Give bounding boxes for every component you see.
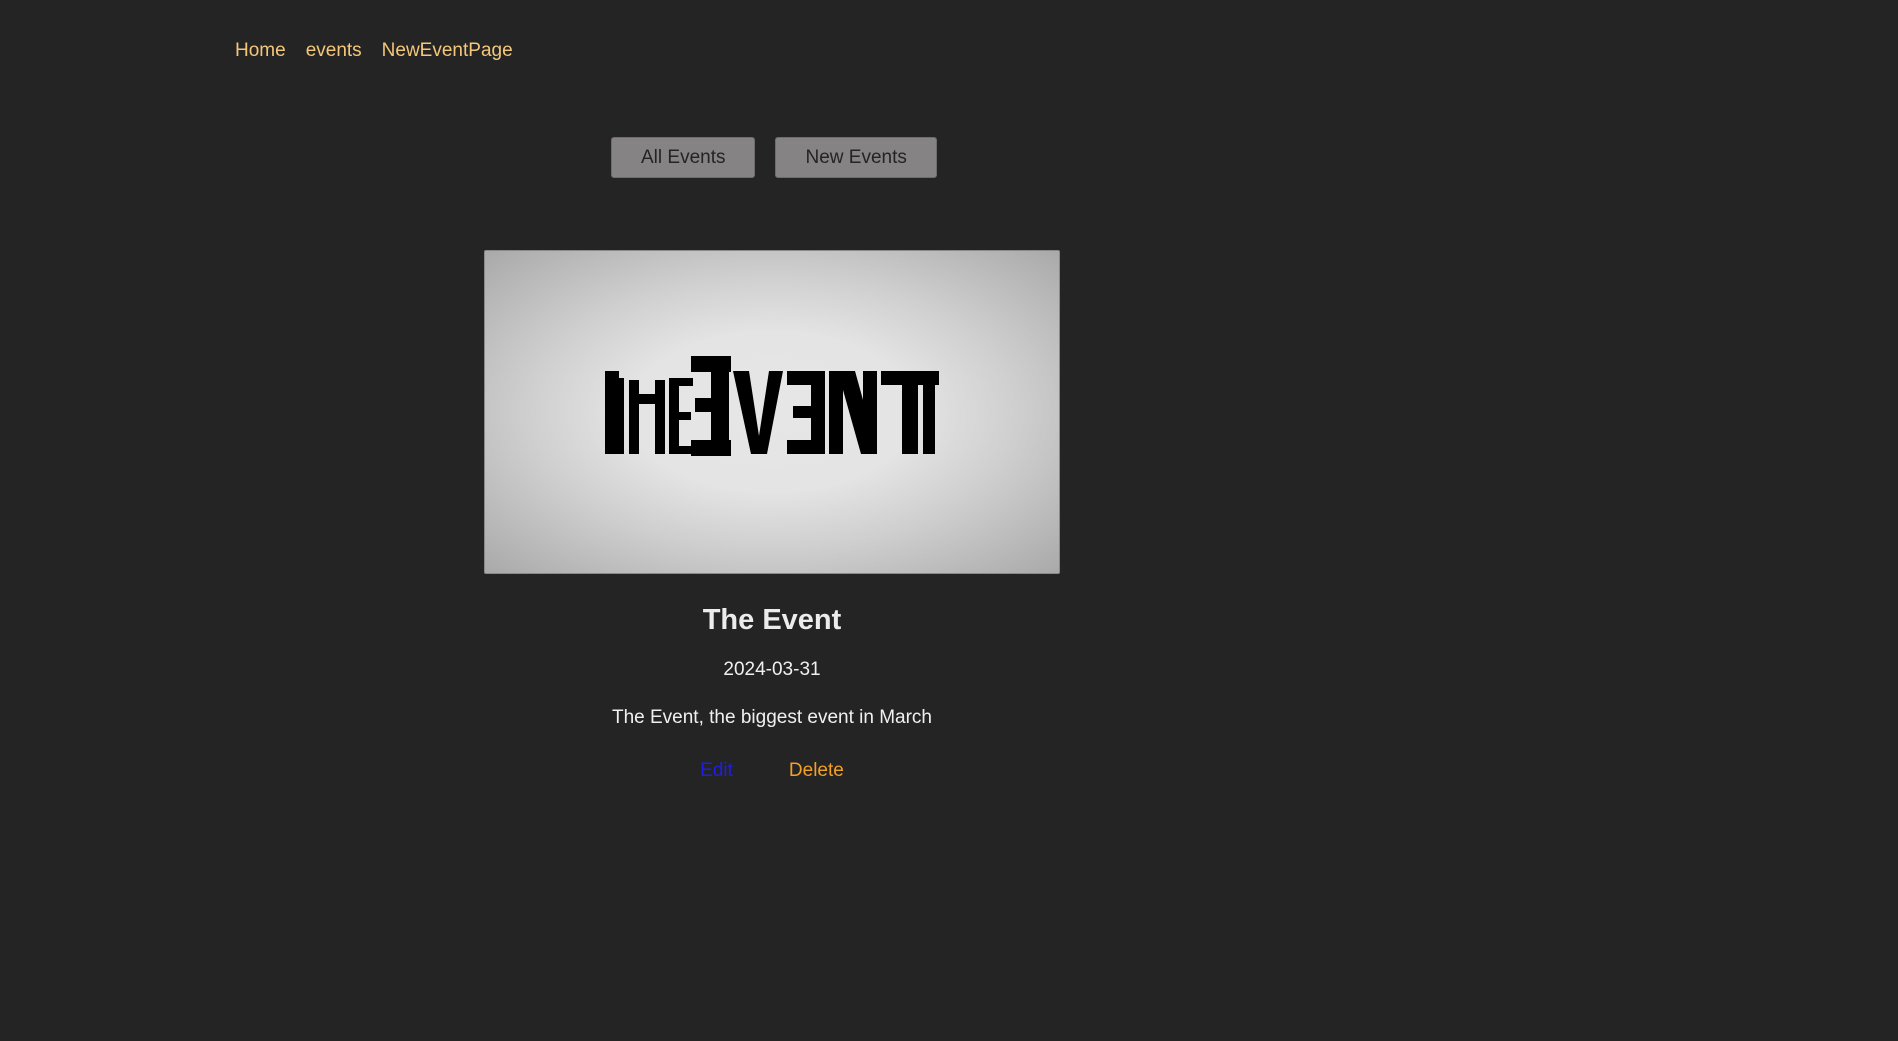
event-card: The Event 2024-03-31 The Event, the bigg… [484, 250, 1060, 783]
new-events-button[interactable]: New Events [775, 137, 937, 178]
event-actions: Edit Delete [484, 759, 1060, 783]
main-nav: Home events NewEventPage [235, 38, 513, 64]
nav-home-link[interactable]: Home [235, 38, 286, 64]
nav-events-link[interactable]: events [306, 38, 362, 64]
event-description: The Event, the biggest event in March [611, 707, 932, 728]
events-subnav: All Events New Events [611, 137, 937, 178]
event-date: 2024-03-31 [723, 659, 821, 680]
nav-new-event-page-link[interactable]: NewEventPage [382, 38, 513, 64]
page: Home events NewEventPage All Events New … [0, 0, 1898, 1041]
all-events-button[interactable]: All Events [611, 137, 756, 178]
edit-event-link[interactable]: Edit [700, 759, 733, 783]
event-logo [605, 356, 939, 456]
event-title: The Event [702, 604, 842, 636]
delete-event-link[interactable]: Delete [789, 759, 844, 783]
event-image [484, 250, 1060, 574]
